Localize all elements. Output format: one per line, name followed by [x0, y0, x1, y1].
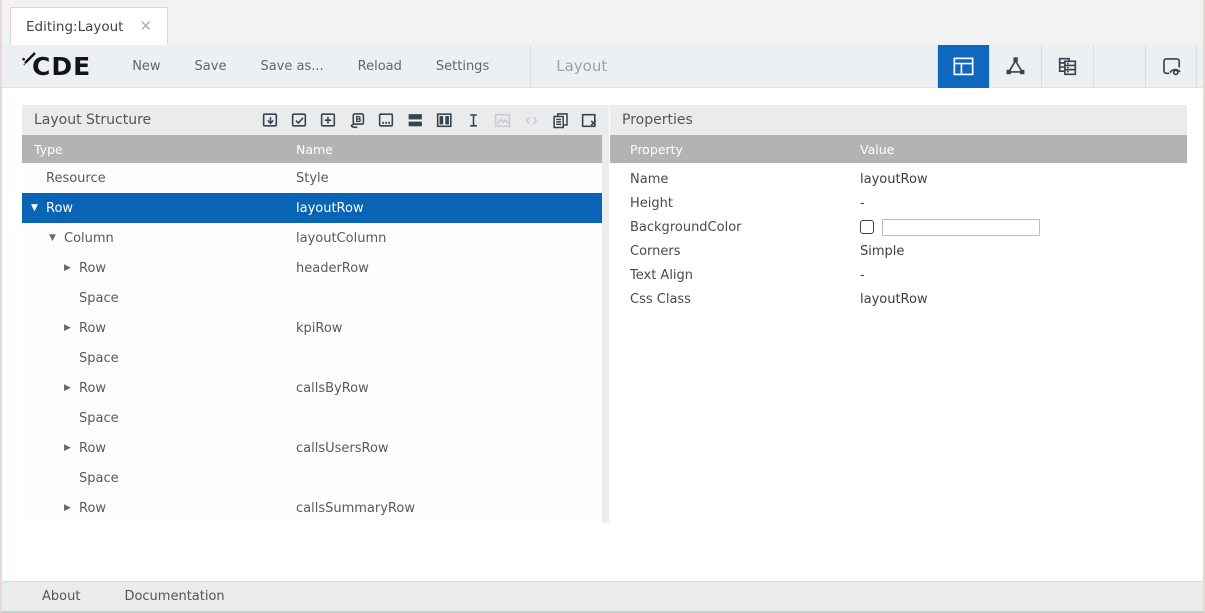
chevron-down-icon[interactable]: [31, 203, 46, 213]
pencil-icon: [21, 49, 41, 69]
add-freeform-icon[interactable]: [377, 111, 396, 130]
perspective-preview-button[interactable]: [1145, 45, 1197, 88]
menu-new[interactable]: New: [115, 59, 177, 74]
property-value-name[interactable]: layoutRow: [860, 172, 928, 187]
tree-table-header: Type Name: [22, 135, 609, 163]
preview-icon: [1159, 54, 1184, 79]
menu-save[interactable]: Save: [178, 59, 244, 74]
apply-template-icon[interactable]: [290, 111, 309, 130]
properties-column-property: Property: [610, 142, 683, 157]
backgroundcolor-input[interactable]: [882, 219, 1040, 236]
menu-bar: New Save Save as... Reload Settings: [115, 59, 506, 74]
add-html-icon[interactable]: [464, 111, 483, 130]
tab-bar: Editing:Layout ✕: [2, 0, 1203, 45]
property-value-height[interactable]: -: [860, 196, 865, 211]
menu-save-as[interactable]: Save as...: [243, 59, 340, 74]
save-as-template-icon[interactable]: [261, 111, 280, 130]
duplicate-icon[interactable]: [551, 111, 570, 130]
properties-rows: Name layoutRow Height - BackgroundColor …: [610, 163, 1187, 311]
layout-structure-toolbar: B: [261, 111, 599, 130]
datasources-icon: [1055, 54, 1080, 79]
tree-row-headerrow[interactable]: Row headerRow: [22, 253, 609, 283]
tree-row-style[interactable]: Resource Style: [22, 163, 609, 193]
chevron-right-icon[interactable]: [64, 323, 79, 333]
backgroundcolor-checkbox[interactable]: [860, 220, 874, 234]
perspective-layout-button[interactable]: [937, 45, 989, 88]
property-row-corners[interactable]: Corners Simple: [610, 239, 1187, 263]
add-code-icon: [522, 111, 541, 130]
properties-table-header: Property Value: [610, 135, 1187, 163]
tree-row-callssummaryrow[interactable]: Row callsSummaryRow: [22, 493, 609, 523]
close-icon[interactable]: ✕: [139, 19, 152, 34]
tree-row-callsbyrow[interactable]: Row callsByRow: [22, 373, 609, 403]
toolbar-divider: [530, 45, 531, 88]
tree-row-space[interactable]: Space: [22, 463, 609, 493]
add-resource-icon[interactable]: [319, 111, 338, 130]
chevron-right-icon[interactable]: [64, 443, 79, 453]
tree-row-space[interactable]: Space: [22, 343, 609, 373]
add-image-icon: [493, 111, 512, 130]
property-value-text-align[interactable]: -: [860, 268, 865, 283]
footer-bar: About Documentation: [2, 581, 1203, 611]
properties-panel: Properties Property Value Name layoutRow…: [610, 105, 1187, 311]
property-row-text-align[interactable]: Text Align -: [610, 263, 1187, 287]
tree-rows: Resource Style Row layoutRow Column layo…: [22, 163, 609, 523]
tree-row-callsusersrow[interactable]: Row callsUsersRow: [22, 433, 609, 463]
tree-row-space[interactable]: Space: [22, 283, 609, 313]
add-columns-icon[interactable]: [435, 111, 454, 130]
editor-content: Layout Structure B: [2, 88, 1203, 581]
tree-row-layoutcolumn[interactable]: Column layoutColumn: [22, 223, 609, 253]
svg-text:B: B: [355, 113, 361, 123]
menu-reload[interactable]: Reload: [341, 59, 419, 74]
perspective-components-button[interactable]: [989, 45, 1041, 88]
property-row-height[interactable]: Height -: [610, 191, 1187, 215]
tree-scrollbar[interactable]: [602, 135, 609, 523]
perspective-spacer: [1093, 45, 1145, 88]
layout-structure-title: Layout Structure: [34, 112, 151, 128]
properties-column-value: Value: [860, 142, 894, 157]
property-row-name[interactable]: Name layoutRow: [610, 167, 1187, 191]
main-toolbar: CDE New Save Save as... Reload Settings …: [2, 45, 1203, 88]
tab-title: Editing:Layout: [26, 19, 123, 35]
cde-logo[interactable]: CDE: [28, 54, 91, 79]
property-value-corners[interactable]: Simple: [860, 244, 904, 259]
tree-row-layoutrow[interactable]: Row layoutRow: [22, 193, 609, 223]
property-value-css-class[interactable]: layoutRow: [860, 292, 928, 307]
chevron-right-icon[interactable]: [64, 503, 79, 513]
delete-icon[interactable]: [580, 111, 599, 130]
mode-label: Layout: [556, 57, 607, 75]
menu-settings[interactable]: Settings: [419, 59, 506, 74]
add-row-icon[interactable]: [406, 111, 425, 130]
layout-structure-header: Layout Structure B: [22, 105, 609, 135]
tree-row-kpirow[interactable]: Row kpiRow: [22, 313, 609, 343]
about-link[interactable]: About: [42, 589, 80, 604]
add-bootstrap-panel-icon[interactable]: B: [348, 111, 367, 130]
layout-panel-icon: [951, 54, 976, 79]
tree-row-space[interactable]: Space: [22, 403, 609, 433]
chevron-right-icon[interactable]: [64, 263, 79, 273]
perspective-switcher: [937, 45, 1197, 88]
layout-structure-panel: Layout Structure B: [22, 105, 609, 523]
perspective-datasources-button[interactable]: [1041, 45, 1093, 88]
cde-editor-window: Editing:Layout ✕ CDE New Save Save as...…: [0, 0, 1205, 613]
property-row-backgroundcolor[interactable]: BackgroundColor: [610, 215, 1187, 239]
tree-column-type: Type: [22, 142, 63, 157]
properties-title: Properties: [622, 112, 693, 128]
documentation-link[interactable]: Documentation: [124, 589, 224, 604]
tree-column-name: Name: [296, 142, 333, 157]
properties-header: Properties: [610, 105, 1187, 135]
chevron-down-icon[interactable]: [49, 233, 64, 243]
components-icon: [1003, 54, 1028, 79]
property-row-css-class[interactable]: Css Class layoutRow: [610, 287, 1187, 311]
tab-editing-layout[interactable]: Editing:Layout ✕: [10, 7, 168, 45]
chevron-right-icon[interactable]: [64, 383, 79, 393]
